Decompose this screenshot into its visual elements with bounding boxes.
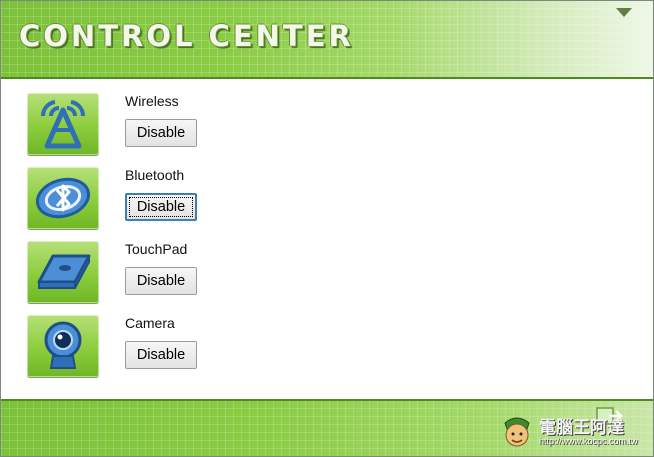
header-bar: CONTROL CENTER [1,1,653,79]
device-row-wireless: Wireless Disable [1,79,653,155]
camera-label: Camera [125,315,175,331]
bluetooth-disable-button[interactable]: Disable [125,193,197,221]
wireless-disable-button[interactable]: Disable [125,119,197,147]
device-row-touchpad: TouchPad Disable [1,227,653,303]
watermark: 電腦王阿達 http://www.kocpc.com.tw [499,411,639,455]
camera-disable-button[interactable]: Disable [125,341,197,369]
watermark-name: 電腦王阿達 [539,418,624,437]
camera-icon [27,315,99,377]
device-list: Wireless Disable Bluetooth Disable Touch… [1,79,653,399]
mascot-icon [504,417,530,447]
bluetooth-label: Bluetooth [125,167,185,183]
wireless-label: Wireless [125,93,179,109]
wireless-icon [27,93,99,155]
bluetooth-icon [27,167,99,229]
touchpad-icon [27,241,99,303]
watermark-url: http://www.kocpc.com.tw [539,436,638,446]
device-row-camera: Camera Disable [1,301,653,377]
dropdown-arrow-icon[interactable] [615,7,633,19]
app-title: CONTROL CENTER [19,19,354,53]
control-center-window: CONTROL CENTER Wireless Disable Bluetoot… [0,0,654,457]
touchpad-disable-button[interactable]: Disable [125,267,197,295]
device-row-bluetooth: Bluetooth Disable [1,153,653,229]
touchpad-label: TouchPad [125,241,188,257]
